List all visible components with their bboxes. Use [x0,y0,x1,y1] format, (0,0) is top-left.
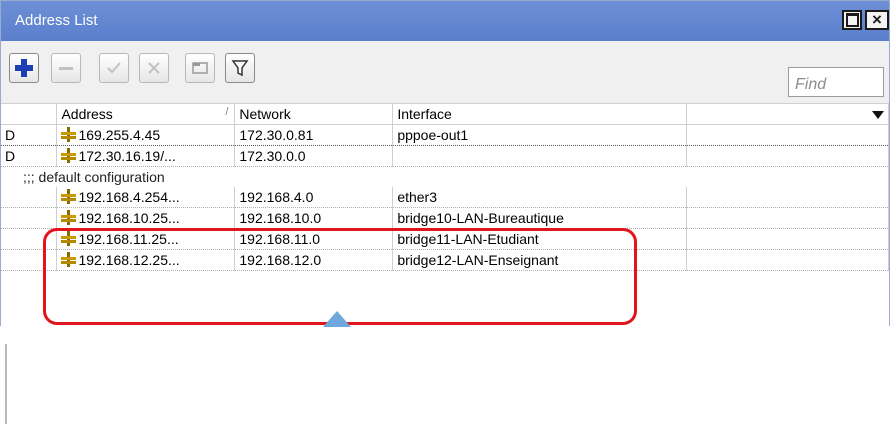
row-extra [686,249,889,271]
table-row[interactable]: D 172.30.16.19/... 172.30.0.0 [1,145,889,167]
filter-icon [231,60,249,77]
row-network: 172.30.0.81 [234,124,394,146]
row-address-text: 172.30.16.19/... [78,148,176,164]
comment-button[interactable] [185,53,215,83]
row-address: 192.168.4.254... [56,187,236,208]
row-address-text: 192.168.10.25... [78,210,180,226]
toolbar [1,41,889,104]
row-network: 192.168.10.0 [234,207,394,229]
row-extra [686,228,889,250]
left-edge-scroll [5,344,7,424]
close-window-button[interactable]: × [865,10,889,30]
column-header-network[interactable]: Network [234,104,394,125]
row-flag [1,207,58,229]
row-interface [392,145,688,167]
enable-button[interactable] [99,53,129,83]
find-input[interactable] [788,67,884,97]
column-menu[interactable] [686,104,889,125]
callout-pointer [323,311,351,327]
comment-icon [192,62,208,74]
row-interface: ether3 [392,187,688,208]
check-icon [107,62,121,74]
row-interface: pppoe-out1 [392,124,688,146]
table-row[interactable]: 192.168.4.254... 192.168.4.0 ether3 [1,187,889,208]
comment-row[interactable]: ;;; default configuration [1,166,889,187]
row-address: 169.255.4.45 [56,124,236,146]
address-icon [61,148,77,163]
row-network: 172.30.0.0 [234,145,394,167]
table-row[interactable]: D 169.255.4.45 172.30.0.81 pppoe-out1 [1,124,889,146]
dropdown-arrow-icon [872,111,884,119]
row-address-text: 192.168.4.254... [78,189,180,205]
row-flag: D [1,124,58,146]
window-title: Address List [15,12,98,29]
row-extra [686,145,889,167]
table-header: Address / Network Interface [1,104,889,125]
column-header-address-label: Address [61,106,113,122]
row-address-text: 169.255.4.45 [78,127,161,143]
address-icon [61,127,77,142]
row-flag: D [1,145,58,167]
remove-button[interactable] [51,53,81,83]
address-icon [61,189,77,204]
row-address: 192.168.10.25... [56,207,236,229]
table-row[interactable]: 192.168.10.25... 192.168.10.0 bridge10-L… [1,207,889,229]
column-header-interface[interactable]: Interface [392,104,688,125]
row-extra [686,124,889,146]
row-extra [686,187,889,208]
comment-text: ;;; default configuration [1,166,889,187]
sort-indicator: / [225,106,229,118]
disable-button[interactable] [139,53,169,83]
row-address: 172.30.16.19/... [56,145,236,167]
cross-icon [148,62,160,74]
plus-icon [15,59,33,77]
address-icon [61,210,77,225]
row-extra [686,207,889,229]
column-header-flag[interactable] [1,104,58,125]
row-interface: bridge10-LAN-Bureautique [392,207,688,229]
address-list-window: Address List × Find Address / Network In… [0,0,890,424]
restore-window-button[interactable] [842,10,862,30]
title-bar[interactable]: Address List × [1,1,889,41]
minus-icon [59,67,73,70]
add-button[interactable] [9,53,39,83]
column-header-address[interactable]: Address / [56,104,236,125]
filter-button[interactable] [225,53,255,83]
row-flag [1,187,58,208]
row-network: 192.168.4.0 [234,187,394,208]
